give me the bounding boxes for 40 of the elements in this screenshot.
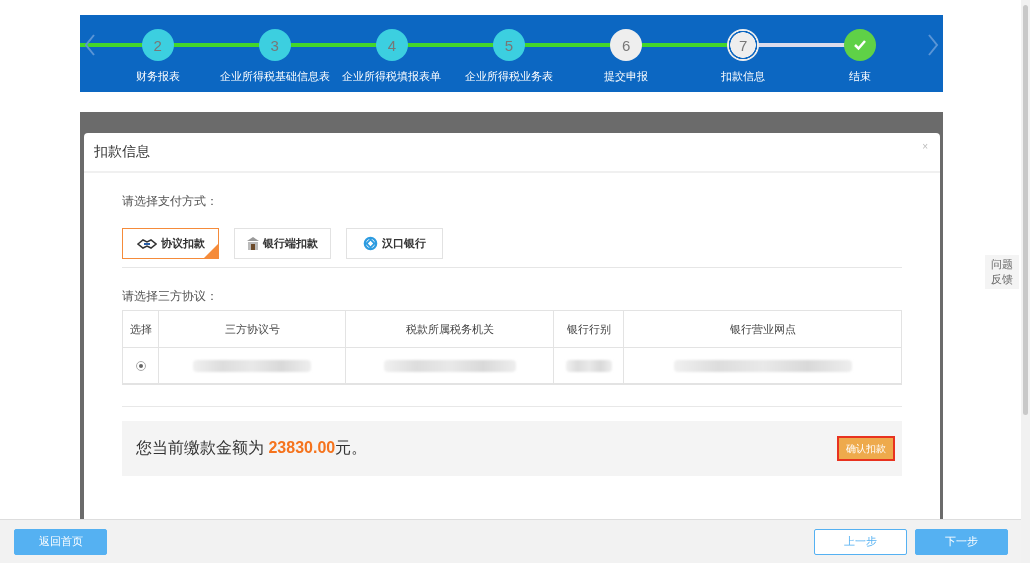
step-label: 企业所得税基础信息表 bbox=[219, 69, 330, 84]
amount-text: 您当前缴款金额为 23830.00元。 bbox=[136, 438, 368, 458]
agreement-prompt: 请选择三方协议： bbox=[122, 288, 219, 305]
bank-icon bbox=[247, 236, 259, 251]
step-label: 财务报表 bbox=[135, 69, 180, 84]
step-label: 扣款信息 bbox=[721, 69, 766, 84]
blurred-text bbox=[565, 359, 612, 372]
step-circle[interactable]: 4 bbox=[375, 29, 408, 61]
step-label: 提交申报 bbox=[604, 69, 649, 84]
bank-logo-icon bbox=[363, 236, 378, 251]
column-header: 税款所属税务机关 bbox=[346, 311, 554, 348]
chevron-right-icon[interactable] bbox=[927, 33, 939, 57]
home-button[interactable]: 返回首页 bbox=[14, 528, 107, 555]
column-header: 三方协议号 bbox=[159, 311, 346, 348]
close-button[interactable]: × bbox=[922, 141, 928, 152]
step-circle[interactable]: 3 bbox=[258, 29, 291, 61]
step-circle[interactable]: 2 bbox=[141, 29, 174, 61]
confirm-button[interactable]: 确认扣款 bbox=[837, 436, 895, 461]
payment-option[interactable]: 汉口银行 bbox=[346, 228, 443, 259]
scrollbar-thumb[interactable] bbox=[1023, 5, 1028, 415]
payment-option[interactable]: 协议扣款 bbox=[122, 228, 219, 259]
step-label: 企业所得税填报表单 bbox=[342, 69, 442, 84]
step-circle[interactable]: 7 bbox=[727, 29, 760, 61]
chevron-left-icon[interactable] bbox=[84, 33, 96, 57]
payment-prompt: 请选择支付方式： bbox=[122, 193, 219, 210]
previous-button[interactable]: 上一步 bbox=[814, 528, 907, 555]
check-icon bbox=[853, 39, 868, 51]
next-button[interactable]: 下一步 bbox=[915, 528, 1008, 555]
column-header: 选择 bbox=[123, 311, 159, 348]
feedback-tab[interactable]: 问题反馈 bbox=[985, 255, 1019, 289]
selected-corner-icon bbox=[204, 244, 218, 258]
step-circle[interactable]: 6 bbox=[610, 29, 643, 61]
payment-option[interactable]: 银行端扣款 bbox=[234, 228, 331, 259]
column-header: 银行行别 bbox=[554, 311, 624, 348]
step-label: 结束 bbox=[849, 69, 872, 84]
step-circle[interactable]: 5 bbox=[493, 29, 525, 61]
column-header: 银行营业网点 bbox=[624, 311, 901, 348]
dialog-title: 扣款信息 bbox=[94, 143, 150, 161]
step-circle[interactable] bbox=[844, 29, 877, 61]
step-label: 企业所得税业务表 bbox=[465, 69, 553, 84]
